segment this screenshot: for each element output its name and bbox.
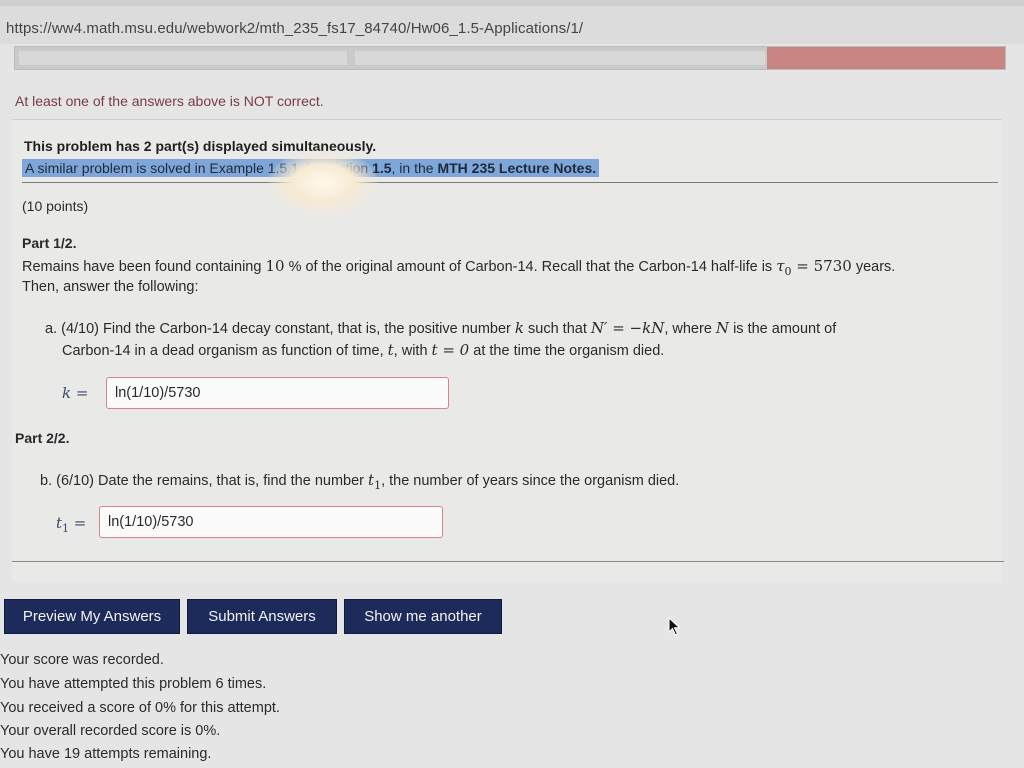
lecture-notes-link[interactable]: MTH 235 Lecture Notes.	[437, 160, 596, 176]
question-a-line2: Carbon-14 in a dead organism as function…	[62, 341, 664, 359]
math-subscript: 0	[784, 264, 792, 278]
t1-answer-label: t1 =	[56, 514, 86, 535]
math-equation: N′ = −kN	[590, 319, 665, 337]
text: is the amount of	[729, 321, 837, 337]
text: years.	[851, 259, 896, 275]
text: , where	[664, 321, 716, 337]
text: b. (6/10) Date the remains, that is, fin…	[40, 473, 369, 489]
browser-address-bar[interactable]: https://ww4.math.msu.edu/webwork2/mth_23…	[0, 0, 1024, 44]
math-equals: =	[69, 514, 87, 532]
text: Carbon-14 in a dead organism as function…	[62, 343, 388, 359]
submit-answers-button[interactable]: Submit Answers	[187, 599, 337, 634]
preview-answers-button[interactable]: Preview My Answers	[4, 599, 180, 634]
text: , the number of years since the organism…	[381, 473, 680, 489]
divider	[12, 561, 1004, 562]
results-cell	[355, 51, 765, 65]
k-answer-label: k =	[62, 384, 89, 402]
similar-text: , in the	[391, 160, 438, 176]
t1-answer-input[interactable]	[99, 506, 443, 538]
text: , with	[393, 343, 432, 359]
status-attempt-score: You received a score of 0% for this atte…	[0, 700, 280, 716]
text: Remains have been found containing	[22, 259, 266, 275]
light-glare	[268, 150, 378, 216]
part1-statement-line1: Remains have been found containing 10 % …	[22, 257, 895, 278]
part1-label: Part 1/2.	[22, 235, 77, 251]
divider	[22, 182, 998, 183]
question-b: b. (6/10) Date the remains, that is, fin…	[40, 471, 679, 492]
math-subscript: 1	[62, 522, 70, 535]
results-cell	[19, 51, 347, 65]
status-remaining: You have 19 attempts remaining.	[0, 746, 212, 762]
points-label: (10 points)	[22, 198, 89, 214]
status-attempts: You have attempted this problem 6 times.	[0, 676, 267, 692]
attempt-results-table	[14, 46, 1006, 70]
browser-tab-strip	[0, 0, 1024, 6]
math-value: 10	[265, 257, 285, 275]
math-symbol: N	[715, 319, 730, 337]
math-subscript: 1	[374, 478, 382, 492]
k-answer-input[interactable]	[106, 377, 449, 409]
show-another-button[interactable]: Show me another	[344, 599, 502, 634]
question-a-line1: a. (4/10) Find the Carbon-14 decay const…	[45, 319, 836, 337]
incorrect-result-cell	[767, 47, 1005, 69]
math-symbol: k	[514, 319, 524, 337]
text: a. (4/10) Find the Carbon-14 decay const…	[45, 321, 515, 337]
incorrect-warning: At least one of the answers above is NOT…	[15, 93, 324, 109]
status-score-recorded: Your score was recorded.	[0, 652, 164, 668]
problem-container: This problem has 2 part(s) displayed sim…	[12, 119, 1004, 582]
part2-label: Part 2/2.	[15, 430, 70, 446]
mouse-pointer-icon	[668, 617, 681, 636]
math-value: = 5730	[791, 257, 852, 275]
status-overall-score: Your overall recorded score is 0%.	[0, 723, 221, 739]
text: at the time the organism died.	[469, 343, 665, 359]
math-equation: t = 0	[431, 341, 470, 359]
text: % of the original amount of Carbon-14. R…	[284, 259, 777, 275]
math-symbol: τ	[776, 257, 785, 275]
text: such that	[524, 321, 591, 337]
part1-statement-line2: Then, answer the following:	[22, 279, 199, 295]
url-text[interactable]: https://ww4.math.msu.edu/webwork2/mth_23…	[6, 20, 583, 37]
